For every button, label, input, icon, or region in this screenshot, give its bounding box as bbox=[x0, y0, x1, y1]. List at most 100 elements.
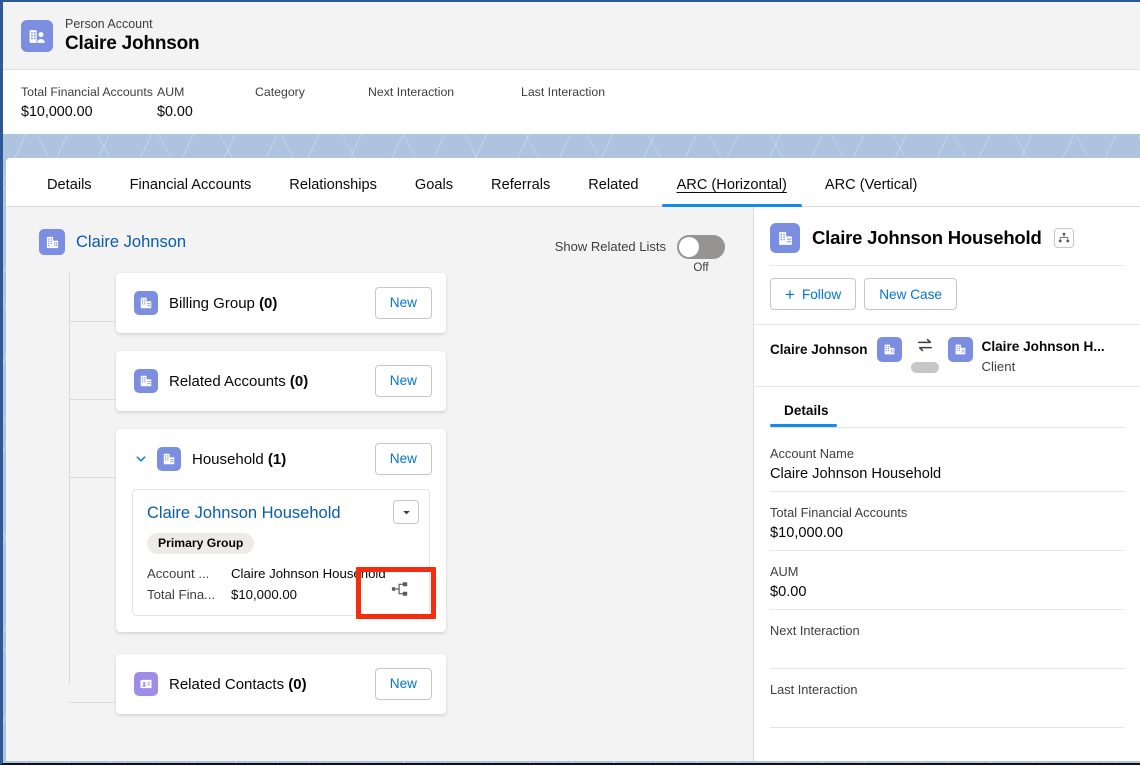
node-label: Billing Group (0) bbox=[169, 294, 278, 312]
primary-group-badge: Primary Group bbox=[147, 533, 255, 554]
field-value: $10,000.00 bbox=[770, 525, 844, 541]
node-card: Related Accounts (0) New bbox=[116, 351, 446, 411]
node-label: Related Accounts (0) bbox=[169, 372, 309, 390]
record-header-text: Person Account Claire Johnson bbox=[65, 16, 200, 56]
field-value: Claire Johnson Household bbox=[770, 466, 942, 482]
hierarchy-icon[interactable] bbox=[377, 571, 423, 607]
content-split: Claire Johnson Show Related Lists Off Bi… bbox=[6, 207, 1140, 761]
relationship-toggle-pill[interactable] bbox=[910, 362, 939, 373]
main-body: Details Financial Accounts Relationships… bbox=[6, 158, 1140, 761]
detail-field-list: Account Name Claire Johnson Household To… bbox=[754, 428, 1140, 761]
highlights-panel: Total Financial Accounts $10,000.00 AUM … bbox=[3, 70, 1140, 134]
chevron-down-icon[interactable] bbox=[134, 453, 148, 465]
tab-goals[interactable]: Goals bbox=[396, 177, 472, 206]
arc-node-related-accounts: Related Accounts (0) New bbox=[69, 351, 753, 411]
field-label: Total Fina... bbox=[147, 587, 216, 602]
node-card: Billing Group (0) New bbox=[116, 273, 446, 333]
field-label: AUM bbox=[770, 564, 799, 579]
account-building-icon bbox=[947, 337, 973, 362]
account-building-icon bbox=[770, 223, 800, 253]
record-actions-menu-button[interactable] bbox=[393, 500, 419, 524]
highlight-value: $10,000.00 bbox=[21, 104, 93, 120]
node-card: Related Contacts (0) New bbox=[116, 654, 446, 714]
follow-button-label: Follow bbox=[801, 286, 842, 302]
record-detail-panel: Claire Johnson Household + Follow New Ca… bbox=[754, 207, 1140, 761]
highlight-field-category: Category bbox=[255, 84, 368, 102]
new-button-household[interactable]: New bbox=[374, 443, 432, 475]
show-related-lists-toggle[interactable] bbox=[677, 235, 725, 259]
new-button-related-accounts[interactable]: New bbox=[374, 365, 432, 397]
tab-relationships[interactable]: Relationships bbox=[270, 177, 396, 206]
field-value bbox=[770, 640, 1124, 662]
swap-arrows-icon[interactable] bbox=[916, 337, 934, 357]
field-value: $10,000.00 bbox=[231, 587, 298, 602]
new-case-button-label: New Case bbox=[879, 286, 942, 302]
node-card: Household (1) New Claire Johnson Househo… bbox=[116, 429, 446, 632]
hierarchy-icon[interactable] bbox=[1053, 228, 1074, 248]
household-record-link[interactable]: Claire Johnson Household bbox=[133, 502, 429, 524]
highlight-field-aum: AUM $0.00 bbox=[157, 84, 255, 122]
follow-button[interactable]: + Follow bbox=[770, 278, 857, 310]
arc-tree: Billing Group (0) New Related Accounts (… bbox=[6, 273, 753, 714]
relationship-summary-row: Claire Johnson Claire Johnson H... Clien… bbox=[754, 324, 1140, 387]
detail-header: Claire Johnson Household + Follow New Ca… bbox=[754, 207, 1140, 324]
field-label: Account ... bbox=[147, 566, 210, 581]
field-label: Account Name bbox=[770, 446, 854, 461]
detail-tab-details[interactable]: Details bbox=[770, 397, 843, 427]
account-building-icon bbox=[39, 229, 65, 255]
arc-node-billing-group: Billing Group (0) New bbox=[69, 273, 753, 333]
highlight-label: Total Financial Accounts bbox=[21, 85, 153, 99]
arc-panel: Claire Johnson Show Related Lists Off Bi… bbox=[6, 207, 754, 761]
highlight-field-last-interaction: Last Interaction bbox=[521, 84, 681, 102]
highlight-field-next-interaction: Next Interaction bbox=[368, 84, 521, 102]
detail-field-last-interaction: Last Interaction bbox=[770, 680, 1124, 728]
account-building-icon bbox=[134, 291, 158, 315]
field-value bbox=[770, 699, 1124, 721]
tab-related[interactable]: Related bbox=[569, 177, 657, 206]
household-children: Claire Johnson Household Primary Group A… bbox=[116, 489, 446, 632]
field-label: Next Interaction bbox=[770, 623, 860, 638]
account-building-icon bbox=[876, 337, 902, 362]
field-label: Total Financial Accounts bbox=[770, 505, 908, 520]
new-button-billing-group[interactable]: New bbox=[374, 287, 432, 319]
new-button-related-contacts[interactable]: New bbox=[374, 668, 432, 700]
person-account-icon bbox=[21, 20, 53, 52]
tab-arc-horizontal[interactable]: ARC (Horizontal) bbox=[658, 177, 806, 207]
node-count: (0) bbox=[289, 372, 309, 390]
relationship-right-name[interactable]: Claire Johnson H... bbox=[982, 337, 1105, 357]
tab-bar: Details Financial Accounts Relationships… bbox=[6, 158, 1140, 207]
relationship-left-name[interactable]: Claire Johnson bbox=[770, 337, 868, 363]
toggle-knob bbox=[679, 237, 699, 257]
detail-field-next-interaction: Next Interaction bbox=[770, 621, 1124, 669]
tab-referrals[interactable]: Referrals bbox=[472, 177, 569, 206]
record-title: Claire Johnson bbox=[65, 33, 200, 54]
highlight-value: $0.00 bbox=[157, 104, 193, 120]
tab-financial-accounts[interactable]: Financial Accounts bbox=[111, 177, 271, 206]
household-record-card: Claire Johnson Household Primary Group A… bbox=[132, 489, 436, 619]
detail-panel-title: Claire Johnson Household bbox=[812, 227, 1042, 248]
field-value: $0.00 bbox=[770, 584, 807, 600]
record-header: Person Account Claire Johnson bbox=[3, 2, 1140, 70]
arc-root-name[interactable]: Claire Johnson bbox=[76, 233, 186, 252]
detail-field-account-name: Account Name Claire Johnson Household bbox=[770, 444, 1124, 492]
tab-arc-vertical[interactable]: ARC (Vertical) bbox=[806, 177, 936, 206]
relationship-right-role: Client bbox=[981, 359, 1016, 374]
relationship-right: Claire Johnson H... Client bbox=[982, 337, 1105, 376]
node-count: (0) bbox=[288, 675, 307, 693]
detail-tab-bar: Details bbox=[754, 387, 1140, 427]
highlight-label: Last Interaction bbox=[521, 85, 606, 99]
chevron-down-icon bbox=[402, 510, 410, 514]
node-count: (0) bbox=[259, 294, 278, 312]
field-label: Last Interaction bbox=[770, 682, 858, 697]
account-building-icon bbox=[134, 369, 158, 393]
tree-connector bbox=[69, 399, 116, 400]
field-value: Claire Johnson Household bbox=[231, 566, 386, 581]
tab-details[interactable]: Details bbox=[28, 177, 111, 206]
tree-connector bbox=[69, 321, 116, 322]
new-case-button[interactable]: New Case bbox=[864, 278, 957, 310]
app-window: Person Account Claire Johnson Total Fina… bbox=[0, 0, 1140, 765]
detail-field-total-financial-accounts: Total Financial Accounts $10,000.00 bbox=[770, 503, 1124, 551]
arc-node-household: Household (1) New Claire Johnson Househo… bbox=[69, 429, 753, 632]
highlight-field-total-financial-accounts: Total Financial Accounts $10,000.00 bbox=[21, 84, 157, 122]
contact-card-icon bbox=[134, 672, 158, 696]
